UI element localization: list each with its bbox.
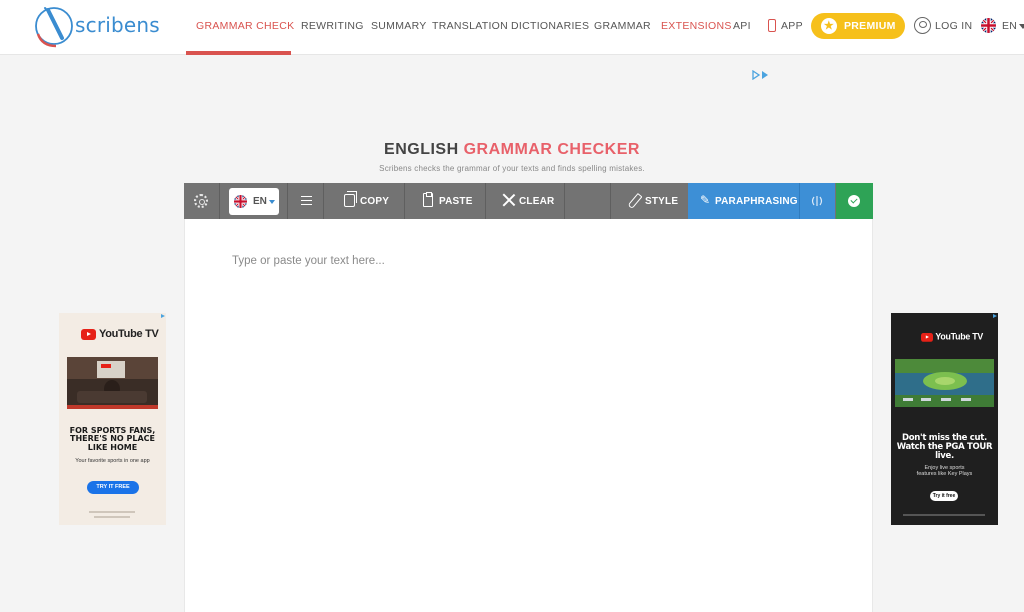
page-title: ENGLISH GRAMMAR CHECKER <box>0 141 1024 159</box>
youtube-tv-logo: YouTube TV <box>921 332 983 343</box>
style-button[interactable]: STYLE <box>611 183 688 219</box>
user-icon[interactable] <box>914 17 931 34</box>
language-link[interactable]: EN <box>1002 20 1017 32</box>
hamburger-icon <box>301 196 312 205</box>
copy-icon <box>344 191 357 207</box>
nav-grammar-check[interactable]: GRAMMAR CHECK <box>196 20 294 32</box>
ad-fineprint <box>89 511 135 513</box>
close-icon <box>502 193 516 207</box>
ad-headline-line: Watch the PGA TOUR live. <box>896 441 993 461</box>
top-navigation: scribens GRAMMAR CHECK REWRITING SUMMARY… <box>0 0 1024 55</box>
paraphrasing-label: PARAPHRASING <box>715 196 798 207</box>
paste-button[interactable]: PASTE <box>405 183 484 219</box>
paraphrasing-button[interactable]: ✎ PARAPHRASING <box>688 183 835 219</box>
copy-button[interactable]: COPY <box>324 183 403 219</box>
right-advertisement[interactable]: YouTube TV Don't miss the cut. Watch the… <box>891 313 998 525</box>
toolbar-divider <box>564 183 565 219</box>
chevron-down-icon <box>269 200 275 204</box>
paste-label: PASTE <box>439 196 473 207</box>
grammar-editor: EN COPY PASTE CLEAR STYLE ✎ PARAPHRASING… <box>184 183 873 612</box>
nav-dictionaries[interactable]: DICTIONARIES <box>511 20 589 32</box>
title-part-english: ENGLISH <box>384 141 464 158</box>
page-subtitle: Scribens checks the grammar of your text… <box>379 164 645 173</box>
premium-button[interactable]: ★ PREMIUM <box>811 13 905 39</box>
adchoices-icon[interactable] <box>160 313 166 319</box>
toolbar-divider <box>219 183 220 219</box>
youtube-play-icon <box>921 333 933 342</box>
ad-tagline: Your favorite sports in one app <box>75 458 150 464</box>
style-label: STYLE <box>645 196 679 207</box>
login-link[interactable]: LOG IN <box>935 20 972 32</box>
uk-flag-icon <box>234 195 247 208</box>
scribens-logo[interactable]: scribens <box>32 4 167 50</box>
toolbar-divider <box>799 183 800 219</box>
ad-headline-line: LIKE HOME <box>87 442 138 452</box>
ad-golf-course-image <box>895 359 994 407</box>
clear-label: CLEAR <box>519 196 555 207</box>
clear-button[interactable]: CLEAR <box>486 183 564 219</box>
ad-cta-button[interactable]: TRY IT FREE <box>87 481 139 494</box>
premium-label: PREMIUM <box>844 20 896 32</box>
ad-fineprint <box>94 516 130 518</box>
nav-grammar[interactable]: GRAMMAR <box>594 20 651 32</box>
youtube-tv-logo: YouTube TV <box>81 328 159 341</box>
ad-headline: Don't miss the cut. Watch the PGA TOUR l… <box>891 434 998 461</box>
pen-icon <box>627 192 643 210</box>
adchoices-icon[interactable] <box>752 70 770 80</box>
chevron-down-icon <box>1019 24 1024 29</box>
active-nav-underline <box>186 51 291 55</box>
nav-translation[interactable]: TRANSLATION <box>432 20 508 32</box>
ad-brand: YouTube TV <box>935 332 984 342</box>
menu-button[interactable] <box>288 183 322 219</box>
check-text-button[interactable] <box>836 183 873 219</box>
nav-summary[interactable]: SUMMARY <box>371 20 427 32</box>
nav-app[interactable]: APP <box>781 20 803 32</box>
title-part-grammar-checker: GRAMMAR CHECKER <box>463 141 640 158</box>
copy-label: COPY <box>360 196 390 207</box>
adchoices-icon[interactable] <box>992 313 998 319</box>
running-icon: ✎ <box>700 193 711 207</box>
star-icon: ★ <box>821 18 837 34</box>
ad-cta-button[interactable]: Try it free <box>930 491 958 501</box>
language-select[interactable]: EN <box>229 188 279 215</box>
ad-tagline-line: features like Key Plays <box>916 471 973 477</box>
ad-brand: YouTube TV <box>99 328 159 340</box>
uk-flag-icon[interactable] <box>981 18 996 33</box>
settings-button[interactable] <box>184 183 219 219</box>
logo-text: scribens <box>75 13 160 37</box>
scribens-logo-icon <box>35 7 73 48</box>
text-editor-area[interactable]: Type or paste your text here... <box>184 219 873 612</box>
editor-placeholder: Type or paste your text here... <box>232 255 385 267</box>
check-icon <box>848 195 860 207</box>
left-advertisement[interactable]: YouTube TV FOR SPORTS FANS, THERE'S NO P… <box>59 313 166 525</box>
phone-icon <box>768 19 776 32</box>
voice-icon[interactable] <box>810 194 824 208</box>
nav-extensions[interactable]: EXTENSIONS <box>661 20 732 32</box>
nav-rewriting[interactable]: REWRITING <box>301 20 364 32</box>
ad-tv-room-image <box>67 357 158 409</box>
youtube-play-icon <box>81 329 96 340</box>
gear-icon <box>194 194 208 208</box>
ad-headline: FOR SPORTS FANS, THERE'S NO PLACE LIKE H… <box>59 426 166 452</box>
language-select-label: EN <box>253 196 267 207</box>
nav-api[interactable]: API <box>733 20 751 32</box>
ad-fineprint <box>903 514 985 516</box>
editor-toolbar: EN COPY PASTE CLEAR STYLE ✎ PARAPHRASING <box>184 183 873 219</box>
clipboard-icon <box>423 192 433 207</box>
ad-tagline: Enjoy live sports features like Key Play… <box>891 465 998 477</box>
